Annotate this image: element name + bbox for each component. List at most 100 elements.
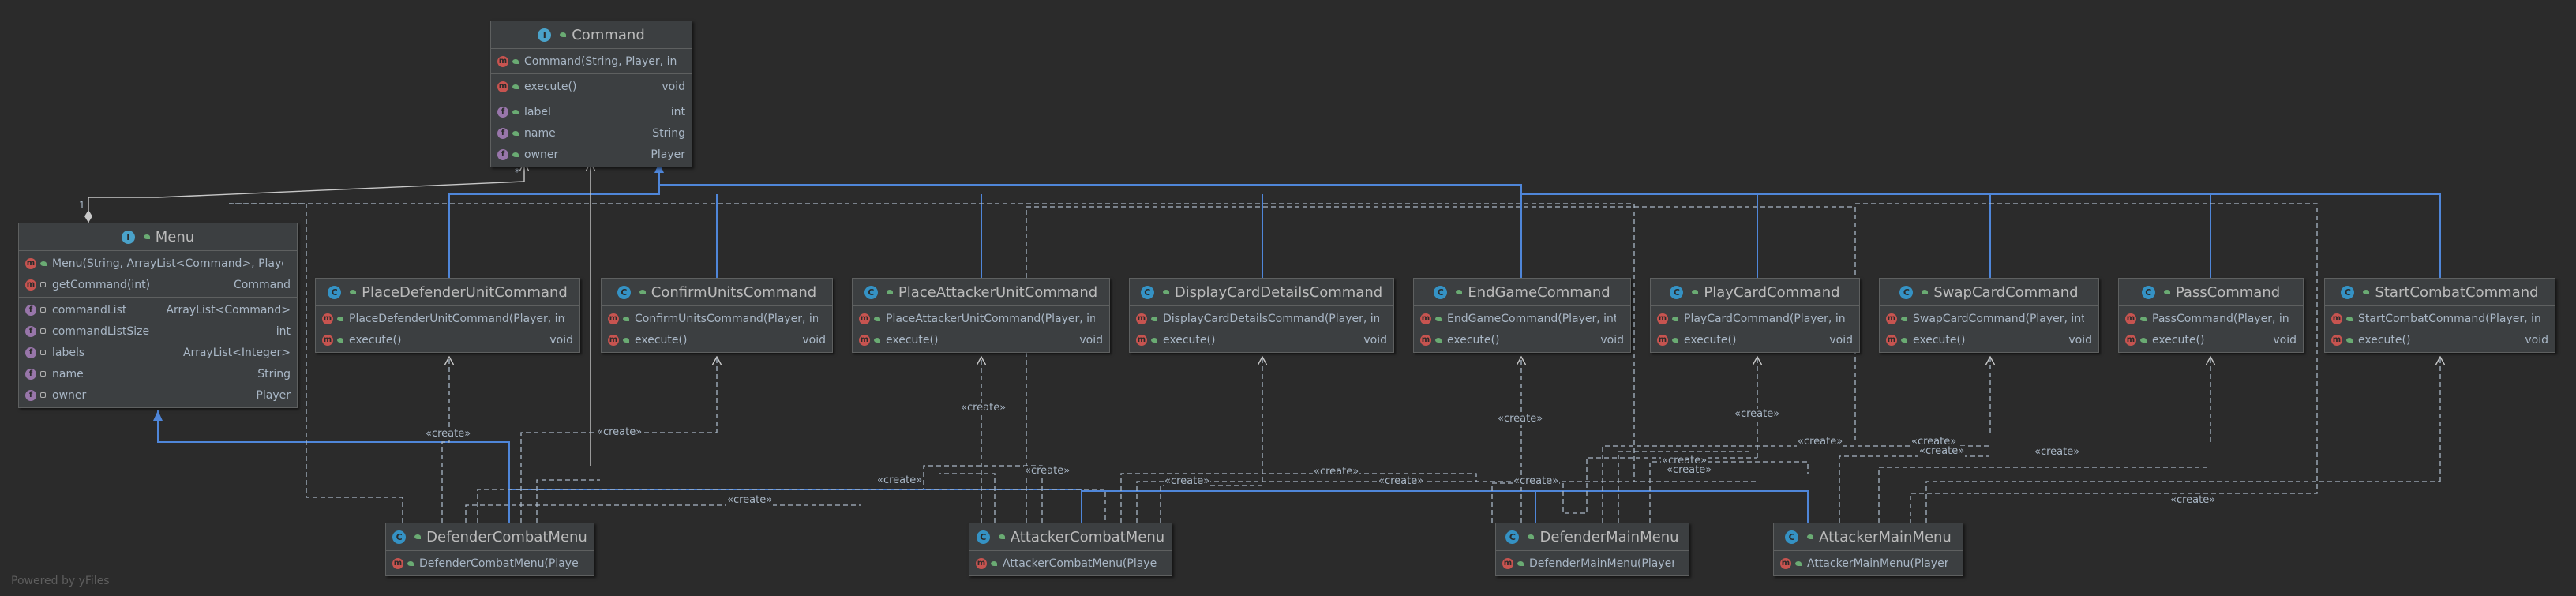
method-row-execute[interactable]: m execute() void [491, 76, 692, 97]
endgamecommand-node[interactable]: C EndGameCommand m EndGameCommand(Player, i… [1413, 278, 1631, 353]
method-row-execute[interactable]: m execute() void [1130, 329, 1393, 350]
class-icon: C [864, 285, 878, 299]
method-row-command-string-player-int[interactable]: m Command(String, Player, int) [491, 51, 692, 72]
member-type: void [802, 333, 826, 347]
placeattackerunitcommand-node[interactable]: C PlaceAttackerUnitCommand m PlaceAttackerU… [852, 278, 1110, 353]
field-row-name[interactable]: f name String [19, 363, 297, 384]
member-name: ConfirmUnitsCommand(Player, int) [635, 312, 818, 325]
public-visibility-icon [1671, 315, 1679, 323]
method-row-placedefenderunitcommand-player-int[interactable]: m PlaceDefenderUnitCommand(Player, int) [316, 308, 579, 329]
edge-long-upper-dash [1026, 206, 1856, 523]
command-node[interactable]: I Command m Command(String, Player, int) m ex… [490, 21, 692, 167]
create-label-2: «create» [596, 426, 643, 438]
method-row-menu-string-arraylist-command-player[interactable]: m Menu(String, ArrayList<Command>, Player… [19, 253, 297, 274]
create-label-3: «create» [960, 402, 1007, 414]
method-icon: m [392, 557, 403, 569]
placedefenderunitcommand-node[interactable]: C PlaceDefenderUnitCommand m PlaceDefenderU… [315, 278, 580, 353]
method-row-swapcardcommand-player-int[interactable]: m SwapCardCommand(Player, int) [1880, 308, 2098, 329]
class-icon: C [1785, 530, 1799, 544]
method-row-execute[interactable]: m execute() void [1651, 329, 1859, 350]
method-row-placeattackerunitcommand-player-int[interactable]: m PlaceAttackerUnitCommand(Player, int) [853, 308, 1109, 329]
method-row-attackercombatmenu-player[interactable]: m AttackerCombatMenu(Player) [969, 553, 1172, 574]
confirmunitscommand-node[interactable]: C ConfirmUnitsCommand m ConfirmUnitsCommand… [601, 278, 833, 353]
field-row-commandlist[interactable]: f commandList ArrayList<Command> [19, 299, 297, 320]
member-type: void [2068, 333, 2092, 347]
method-row-execute[interactable]: m execute() void [1414, 329, 1630, 350]
method-row-playcardcommand-player-int[interactable]: m PlayCardCommand(Player, int) [1651, 308, 1859, 329]
method-row-defendermainmenu-player[interactable]: m DefenderMainMenu(Player) [1496, 553, 1689, 574]
node-title: Command [572, 26, 645, 43]
field-row-labels[interactable]: f labels ArrayList<Integer> [19, 342, 297, 363]
method-row-displaycarddetailscommand-player-int[interactable]: m DisplayCardDetailsCommand(Player, int) [1130, 308, 1393, 329]
member-name: EndGameCommand(Player, int) [1447, 312, 1616, 325]
member-name: Command(String, Player, int) [524, 54, 677, 68]
public-visibility-icon [1517, 560, 1524, 568]
class-icon: C [2341, 285, 2355, 299]
method-row-defendercombatmenu-player[interactable]: m DefenderCombatMenu(Player) [386, 553, 594, 574]
public-visibility-icon [1900, 315, 1908, 323]
public-visibility-icon [512, 108, 519, 116]
method-row-execute[interactable]: m execute() void [1880, 329, 2098, 350]
member-section: m PlayCardCommand(Player, int) m execute() v… [1651, 306, 1859, 352]
node-title: PlaceAttackerUnitCommand [898, 283, 1098, 301]
attackermainmenu-node[interactable]: C AttackerMainMenu m AttackerMainMenu(Playe… [1773, 523, 1963, 576]
field-row-label[interactable]: f label int [491, 101, 692, 122]
startcombatcommand-node[interactable]: C StartCombatCommand m StartCombatCommand(P… [2324, 278, 2555, 353]
node-title: EndGameCommand [1468, 283, 1610, 301]
member-type: void [549, 333, 573, 347]
field-row-owner[interactable]: f owner Player [19, 384, 297, 406]
node-header: C DisplayCardDetailsCommand [1130, 279, 1393, 306]
method-row-execute[interactable]: m execute() void [316, 329, 579, 350]
public-visibility-icon [622, 336, 630, 344]
field-row-owner[interactable]: f owner Player [491, 144, 692, 165]
defendercombatmenu-node[interactable]: C DefenderCombatMenu m DefenderCombatMenu(P… [385, 523, 594, 576]
method-row-execute[interactable]: m execute() void [2119, 329, 2303, 350]
public-visibility-icon [39, 260, 47, 268]
node-header: C DefenderMainMenu [1496, 523, 1689, 551]
attackercombatmenu-node[interactable]: C AttackerCombatMenu m AttackerCombatMenu(P… [969, 523, 1172, 576]
member-type: ArrayList<Integer> [182, 346, 291, 359]
public-visibility-icon [336, 336, 344, 344]
public-visibility-icon [1806, 533, 1814, 541]
create-label-17: «create» [1513, 475, 1560, 487]
member-section: m execute() void [491, 74, 692, 99]
playcardcommand-node[interactable]: C PlayCardCommand m PlayCardCommand(Player,… [1650, 278, 1860, 353]
edge-startcombat-implements-command [1757, 193, 2441, 278]
member-name: StartCombatCommand(Player, int) [2358, 312, 2540, 325]
method-icon: m [976, 557, 987, 569]
member-name: SwapCardCommand(Player, int) [1913, 312, 2084, 325]
field-icon: f [497, 127, 508, 139]
create-label-6: «create» [1797, 436, 1844, 448]
package-visibility-icon [39, 306, 47, 314]
displaycarddetailscommand-node[interactable]: C DisplayCardDetailsCommand m DisplayCardDe… [1129, 278, 1394, 353]
public-visibility-icon [2345, 336, 2353, 344]
passcommand-node[interactable]: C PassCommand m PassCommand(Player, int) m ex… [2118, 278, 2304, 353]
member-section: m SwapCardCommand(Player, int) m execute() v… [1880, 306, 2098, 352]
public-visibility-icon [407, 560, 414, 568]
member-section: m Menu(String, ArrayList<Command>, Player… [19, 251, 297, 298]
swapcardcommand-node[interactable]: C SwapCardCommand m SwapCardCommand(Player,… [1879, 278, 2099, 353]
method-row-execute[interactable]: m execute() void [853, 329, 1109, 350]
class-icon: C [1899, 285, 1914, 299]
node-header: C PlaceDefenderUnitCommand [316, 279, 579, 306]
method-row-execute[interactable]: m execute() void [602, 329, 832, 350]
method-row-startcombatcommand-player-int[interactable]: m StartCombatCommand(Player, int) [2325, 308, 2555, 329]
method-row-getcommand-int[interactable]: m getCommand(int) Command [19, 274, 297, 295]
field-row-name[interactable]: f name String [491, 122, 692, 144]
field-row-commandlistsize[interactable]: f commandListSize int [19, 320, 297, 342]
node-header: I Menu [19, 223, 297, 251]
package-visibility-icon [39, 328, 47, 335]
method-row-execute[interactable]: m execute() void [2325, 329, 2555, 350]
class-icon: C [1505, 530, 1520, 544]
menu-node[interactable]: I Menu m Menu(String, ArrayList<Command>, P… [18, 223, 298, 408]
public-visibility-icon [1921, 288, 1929, 296]
defendermainmenu-node[interactable]: C DefenderMainMenu m DefenderMainMenu(Playe… [1495, 523, 1689, 576]
method-row-endgamecommand-player-int[interactable]: m EndGameCommand(Player, int) [1414, 308, 1630, 329]
method-row-attackermainmenu-player[interactable]: m AttackerMainMenu(Player) [1774, 553, 1963, 574]
method-icon: m [859, 334, 870, 346]
member-type: void [2525, 333, 2548, 347]
method-row-confirmunitscommand-player-int[interactable]: m ConfirmUnitsCommand(Player, int) [602, 308, 832, 329]
method-row-passcommand-player-int[interactable]: m PassCommand(Player, int) [2119, 308, 2303, 329]
member-name: execute() [2358, 333, 2411, 347]
public-visibility-icon [990, 560, 998, 568]
